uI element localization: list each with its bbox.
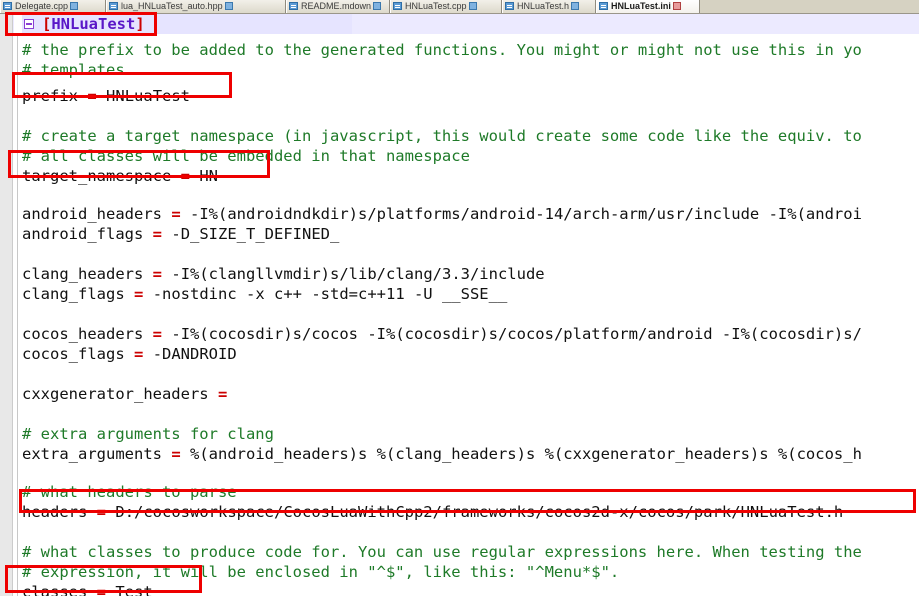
ini-comment-line[interactable]: # expression, it will be enclosed in "^$… bbox=[22, 562, 619, 582]
editor-tab-hnluatest-cpp[interactable]: HNLuaTest.cpp bbox=[390, 0, 502, 13]
setting-value: -D_SIZE_T_DEFINED_ bbox=[171, 225, 340, 243]
setting-operator: = bbox=[96, 583, 107, 596]
setting-key: prefix bbox=[22, 87, 78, 105]
setting-value: Test bbox=[115, 583, 153, 596]
setting-operator: = bbox=[171, 445, 181, 463]
ini-setting-clang_headers[interactable]: clang_headers = -I%(clangllvmdir)s/lib/c… bbox=[22, 264, 545, 284]
setting-operator: = bbox=[152, 265, 163, 283]
ini-setting-cocos_flags[interactable]: cocos_flags = -DANDROID bbox=[22, 344, 237, 364]
ini-comment-line[interactable]: # what classes to produce code for. You … bbox=[22, 542, 862, 562]
saved-icon[interactable] bbox=[571, 2, 580, 10]
editor-tab-label: lua_HNLuaTest_auto.hpp bbox=[121, 1, 223, 11]
setting-key: classes bbox=[22, 583, 88, 596]
saved-icon[interactable] bbox=[373, 2, 382, 10]
comment-text: # all classes will be embedded in that n… bbox=[22, 147, 470, 165]
editor-tab-label: HNLuaTest.h bbox=[517, 1, 570, 11]
document-icon bbox=[3, 2, 12, 10]
code-text-area[interactable]: [HNLuaTest] # the prefix to be added to t… bbox=[22, 14, 919, 596]
setting-key: headers bbox=[22, 503, 88, 521]
document-icon bbox=[393, 2, 402, 10]
setting-value: -nostdinc -x c++ -std=c++11 -U __SSE__ bbox=[152, 285, 508, 303]
ini-setting-android_headers[interactable]: android_headers = -I%(androidndkdir)s/pl… bbox=[22, 204, 862, 224]
indent-guide bbox=[17, 34, 18, 596]
editor-tab-lua-hnluatest-auto-hpp[interactable]: lua_HNLuaTest_auto.hpp bbox=[106, 0, 286, 13]
comment-text: # what headers to parse bbox=[22, 483, 237, 501]
setting-value: -DANDROID bbox=[152, 345, 237, 363]
saved-icon[interactable] bbox=[70, 2, 79, 10]
unsaved-icon[interactable] bbox=[672, 2, 681, 10]
setting-value: HNLuaTest bbox=[106, 87, 191, 105]
section-name: HNLuaTest bbox=[51, 15, 136, 33]
setting-operator: = bbox=[96, 503, 107, 521]
editor-tab-hnluatest-h[interactable]: HNLuaTest.h bbox=[502, 0, 596, 13]
ini-comment-line[interactable]: # the prefix to be added to the generate… bbox=[22, 40, 862, 60]
document-icon bbox=[289, 2, 298, 10]
ini-setting-headers[interactable]: headers = D:/cocosworkspace/CocosLuaWith… bbox=[22, 502, 843, 522]
ini-setting-clang_flags[interactable]: clang_flags = -nostdinc -x c++ -std=c++1… bbox=[22, 284, 507, 304]
ini-comment-line[interactable]: # extra arguments for clang bbox=[22, 424, 274, 444]
setting-key: cocos_flags bbox=[22, 345, 125, 363]
editor-tab-label: HNLuaTest.cpp bbox=[405, 1, 467, 11]
section-close-bracket: ] bbox=[135, 15, 145, 33]
setting-value: %(android_headers)s %(clang_headers)s %(… bbox=[190, 445, 862, 463]
comment-text: # templates bbox=[22, 61, 125, 79]
setting-operator: = bbox=[152, 325, 163, 343]
setting-operator: = bbox=[152, 225, 163, 243]
setting-operator: = bbox=[134, 345, 144, 363]
document-icon bbox=[109, 2, 118, 10]
editor-tab-hnluatest-ini[interactable]: HNLuaTest.ini bbox=[596, 0, 700, 13]
setting-operator: = bbox=[171, 205, 181, 223]
setting-operator: = bbox=[180, 167, 190, 185]
ini-setting-classes[interactable]: classes = Test bbox=[22, 582, 153, 596]
setting-value: -I%(androidndkdir)s/platforms/android-14… bbox=[190, 205, 862, 223]
setting-key: target_namespace bbox=[22, 167, 172, 185]
ini-comment-line[interactable]: # all classes will be embedded in that n… bbox=[22, 146, 470, 166]
editor-tab-label: README.mdown bbox=[301, 1, 372, 11]
setting-operator: = bbox=[87, 87, 97, 105]
ini-setting-cocos_headers[interactable]: cocos_headers = -I%(cocosdir)s/cocos -I%… bbox=[22, 324, 862, 344]
setting-value: -I%(cocosdir)s/cocos -I%(cocosdir)s/coco… bbox=[171, 325, 862, 343]
ini-setting-extra_arguments[interactable]: extra_arguments = %(android_headers)s %(… bbox=[22, 444, 862, 464]
setting-key: cxxgenerator_headers bbox=[22, 385, 209, 403]
setting-value: HN bbox=[199, 167, 219, 185]
editor-tab-label: HNLuaTest.ini bbox=[611, 1, 671, 11]
editor-tab-delegate-cpp[interactable]: Delegate.cpp bbox=[0, 0, 106, 13]
ini-comment-line[interactable]: # what headers to parse bbox=[22, 482, 237, 502]
saved-icon[interactable] bbox=[224, 2, 233, 10]
setting-key: android_flags bbox=[22, 225, 144, 243]
saved-icon[interactable] bbox=[468, 2, 477, 10]
setting-value: -I%(clangllvmdir)s/lib/clang/3.3/include bbox=[171, 265, 545, 283]
setting-operator: = bbox=[134, 285, 144, 303]
bookmark-margin[interactable] bbox=[14, 14, 22, 596]
comment-text: # extra arguments for clang bbox=[22, 425, 274, 443]
code-editor[interactable]: [HNLuaTest] # the prefix to be added to t… bbox=[0, 14, 919, 596]
setting-key: cocos_headers bbox=[22, 325, 144, 343]
setting-operator: = bbox=[217, 385, 228, 403]
editor-tab-label: Delegate.cpp bbox=[15, 1, 69, 11]
setting-value: D:/cocosworkspace/CocosLuaWithCpp2/frame… bbox=[115, 503, 844, 521]
ini-comment-line[interactable]: # create a target namespace (in javascri… bbox=[22, 126, 862, 146]
ini-section-header[interactable]: [HNLuaTest] bbox=[42, 14, 145, 34]
fold-margin[interactable] bbox=[0, 14, 13, 596]
setting-key: clang_flags bbox=[22, 285, 125, 303]
ini-setting-prefix[interactable]: prefix = HNLuaTest bbox=[22, 86, 190, 106]
ini-comment-line[interactable]: # templates bbox=[22, 60, 125, 80]
comment-text: # expression, it will be enclosed in "^$… bbox=[22, 563, 620, 581]
setting-key: clang_headers bbox=[22, 265, 144, 283]
setting-key: android_headers bbox=[22, 205, 162, 223]
comment-text: # create a target namespace (in javascri… bbox=[22, 127, 862, 145]
editor-tab-readme-mdown[interactable]: README.mdown bbox=[286, 0, 390, 13]
ini-setting-target_namespace[interactable]: target_namespace = HN bbox=[22, 166, 218, 186]
comment-text: # the prefix to be added to the generate… bbox=[22, 41, 862, 59]
document-icon bbox=[505, 2, 514, 10]
editor-tab-bar[interactable]: Delegate.cpp lua_HNLuaTest_auto.hpp README… bbox=[0, 0, 919, 14]
setting-key: extra_arguments bbox=[22, 445, 162, 463]
ini-setting-android_flags[interactable]: android_flags = -D_SIZE_T_DEFINED_ bbox=[22, 224, 339, 244]
document-icon bbox=[599, 2, 608, 10]
fold-toggle-icon[interactable] bbox=[24, 19, 34, 29]
section-open-bracket: [ bbox=[42, 15, 52, 33]
ini-setting-cxxgenerator_headers[interactable]: cxxgenerator_headers = bbox=[22, 384, 237, 404]
comment-text: # what classes to produce code for. You … bbox=[22, 543, 862, 561]
